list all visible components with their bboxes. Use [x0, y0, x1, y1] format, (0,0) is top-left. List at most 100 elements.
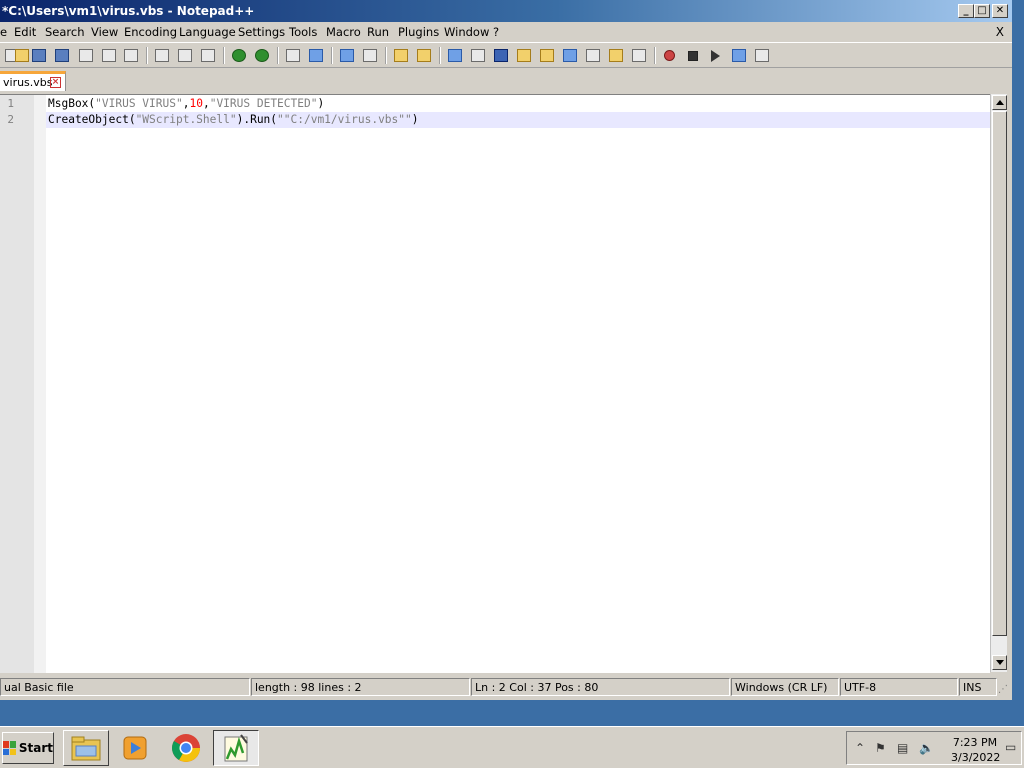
undo-icon[interactable] [231, 48, 246, 63]
status-position: Ln : 2 Col : 37 Pos : 80 [471, 678, 730, 696]
volume-icon[interactable]: 🔈 [919, 741, 934, 755]
record-macro-icon[interactable] [662, 48, 677, 63]
toolbar-separator [277, 47, 279, 64]
close-icon[interactable] [78, 48, 93, 63]
menu-run[interactable]: Run [367, 25, 389, 39]
menu-macro[interactable]: Macro [326, 25, 361, 39]
folder-icon[interactable] [608, 48, 623, 63]
zoom-out-icon[interactable] [362, 48, 377, 63]
document-map-icon[interactable] [516, 48, 531, 63]
folder-workspace-icon[interactable] [562, 48, 577, 63]
menu-view[interactable]: View [91, 25, 118, 39]
minimize-icon: _ [963, 5, 969, 16]
play-macro-icon[interactable] [708, 48, 723, 63]
save-icon[interactable] [31, 48, 46, 63]
menu-tools[interactable]: Tools [289, 25, 317, 39]
taskbar-file-explorer[interactable] [63, 730, 109, 766]
code-editor[interactable]: 1 2 MsgBox("VIRUS VIRUS",10,"VIRUS DETEC… [0, 94, 990, 673]
clock-time[interactable]: 7:23 PM [951, 736, 999, 749]
vertical-scrollbar[interactable] [990, 94, 1007, 672]
menu-help[interactable]: ? [493, 25, 499, 39]
status-language: ual Basic file [0, 678, 250, 696]
resize-grip-icon[interactable]: ⋰ [998, 684, 1010, 696]
scroll-down-button[interactable] [992, 655, 1007, 670]
scroll-up-button[interactable] [992, 95, 1007, 110]
save-macro-icon[interactable] [754, 48, 769, 63]
stop-macro-icon[interactable] [685, 48, 700, 63]
find-icon[interactable] [285, 48, 300, 63]
tab-virus-vbs[interactable]: virus.vbs × [0, 71, 66, 91]
menu-encoding[interactable]: Encoding [124, 25, 177, 39]
open-file-icon[interactable] [14, 48, 29, 63]
line-number-gutter: 1 2 [0, 95, 34, 673]
cut-icon[interactable] [154, 48, 169, 63]
code-token: "VIRUS DETECTED" [209, 97, 318, 110]
close-all-icon[interactable] [101, 48, 116, 63]
network-icon[interactable]: ▤ [897, 741, 908, 755]
arrow-down-icon [995, 660, 1004, 665]
code-token: 10 [189, 97, 203, 110]
title-bar[interactable]: *C:\Users\vm1\virus.vbs - Notepad++ _ □ … [0, 0, 1012, 22]
menu-search[interactable]: Search [45, 25, 85, 39]
show-desktop-icon[interactable]: ▭ [1005, 740, 1016, 754]
arrow-up-icon [995, 100, 1004, 105]
show-all-chars-icon[interactable] [470, 48, 485, 63]
action-center-icon[interactable]: ⚑ [875, 741, 886, 755]
scrollbar-thumb[interactable] [992, 111, 1007, 636]
clock-date[interactable]: 3/3/2022 [951, 751, 1000, 764]
maximize-button[interactable]: □ [974, 4, 990, 18]
chrome-icon [172, 734, 200, 762]
code-line-1[interactable]: MsgBox("VIRUS VIRUS",10,"VIRUS DETECTED"… [48, 97, 324, 110]
toolbar-separator [654, 47, 656, 64]
start-button[interactable]: Start [2, 732, 54, 764]
taskbar-media-player[interactable] [112, 730, 158, 766]
print-icon[interactable] [123, 48, 138, 63]
close-window-button[interactable]: ✕ [992, 4, 1008, 18]
menu-file[interactable]: e [0, 25, 7, 39]
toolbar-separator [331, 47, 333, 64]
code-token: MsgBox( [48, 97, 96, 110]
maximize-icon: □ [977, 5, 987, 16]
sync-horizontal-icon[interactable] [416, 48, 431, 63]
toolbar [0, 42, 1012, 68]
monitor-icon[interactable] [585, 48, 600, 63]
code-line-2[interactable]: CreateObject("WScript.Shell").Run(""C:/v… [48, 113, 419, 126]
menu-plugins[interactable]: Plugins [398, 25, 439, 39]
eye-icon[interactable] [631, 48, 646, 63]
taskbar-chrome[interactable] [163, 730, 209, 766]
status-insert-mode: INS [959, 678, 997, 696]
line-number: 1 [7, 97, 14, 110]
menu-edit[interactable]: Edit [14, 25, 36, 39]
tab-close-icon[interactable]: × [50, 77, 61, 88]
system-tray: ⌃ ⚑ ▤ 🔈 7:23 PM 3/3/2022 ▭ [846, 731, 1022, 765]
function-list-icon[interactable] [539, 48, 554, 63]
menu-settings[interactable]: Settings [238, 25, 285, 39]
save-all-icon[interactable] [54, 48, 69, 63]
start-label: Start [18, 741, 53, 755]
word-wrap-icon[interactable] [447, 48, 462, 63]
code-token: "WScript.Shell" [135, 113, 237, 126]
menu-language[interactable]: Language [179, 25, 236, 39]
code-token: CreateObject( [48, 113, 136, 126]
taskbar-notepad-plus-plus[interactable] [213, 730, 259, 766]
status-encoding[interactable]: UTF-8 [840, 678, 958, 696]
code-token: "VIRUS VIRUS" [95, 97, 183, 110]
toolbar-separator [146, 47, 148, 64]
code-token: , [202, 97, 210, 110]
toolbar-separator [223, 47, 225, 64]
notepad-plus-plus-window: *C:\Users\vm1\virus.vbs - Notepad++ _ □ … [0, 0, 1012, 700]
redo-icon[interactable] [254, 48, 269, 63]
zoom-in-icon[interactable] [339, 48, 354, 63]
paste-icon[interactable] [200, 48, 215, 63]
minimize-button[interactable]: _ [958, 4, 974, 18]
replace-icon[interactable] [308, 48, 323, 63]
close-document-button[interactable]: X [996, 25, 1004, 39]
run-macro-multiple-icon[interactable] [731, 48, 746, 63]
menu-window[interactable]: Window [444, 25, 489, 39]
status-eol[interactable]: Windows (CR LF) [731, 678, 839, 696]
indent-guide-icon[interactable] [493, 48, 508, 63]
copy-icon[interactable] [177, 48, 192, 63]
file-explorer-icon [71, 736, 101, 761]
show-hidden-icons-icon[interactable]: ⌃ [855, 741, 865, 755]
sync-vertical-icon[interactable] [393, 48, 408, 63]
